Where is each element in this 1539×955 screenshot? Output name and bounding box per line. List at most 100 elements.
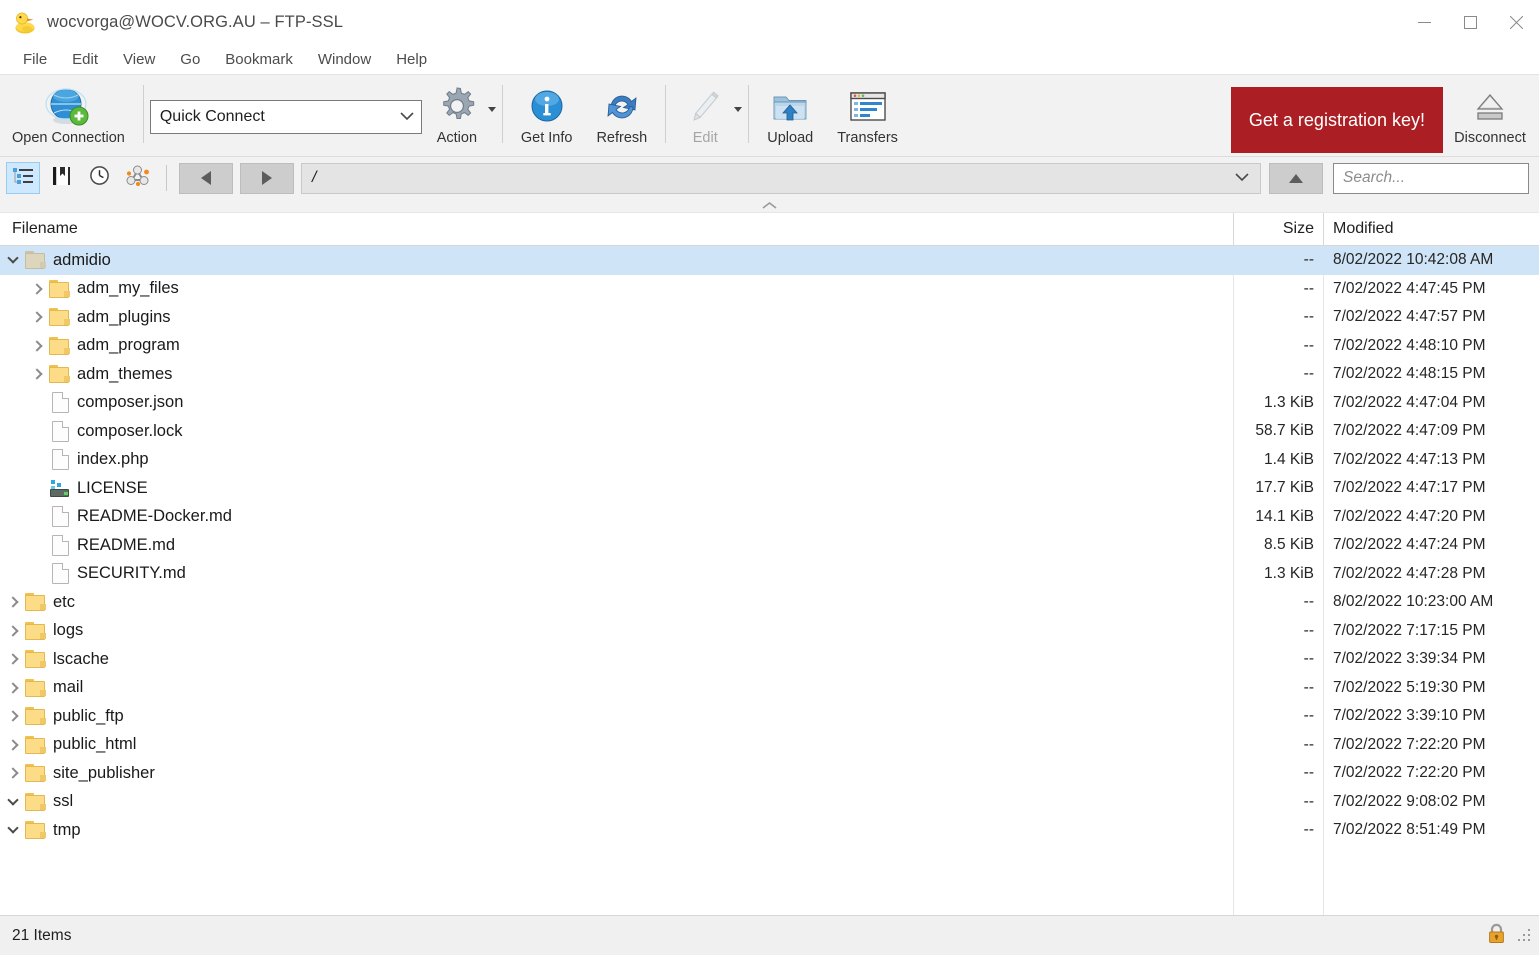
chevron-right-icon[interactable] <box>2 767 24 779</box>
file-name-label: SECURITY.md <box>77 564 186 583</box>
minimize-button[interactable] <box>1401 0 1447 45</box>
search-input[interactable] <box>1343 169 1539 187</box>
navigation-bar: / <box>0 157 1539 199</box>
chevron-down-icon[interactable] <box>399 108 415 126</box>
folder-icon <box>24 620 48 641</box>
disconnect-label: Disconnect <box>1454 130 1526 146</box>
menu-item-edit[interactable]: Edit <box>60 49 111 71</box>
table-row[interactable]: ssl -- 7/02/2022 9:08:02 PM <box>0 788 1539 817</box>
chevron-right-icon[interactable] <box>26 368 48 380</box>
file-browser-list[interactable]: admidio -- 8/02/2022 10:42:08 AM adm_my_fil… <box>0 246 1539 915</box>
table-row[interactable]: admidio -- 8/02/2022 10:42:08 AM <box>0 246 1539 275</box>
column-divider-2[interactable] <box>1323 213 1324 245</box>
triangle-up-icon <box>1289 173 1303 183</box>
disconnect-button[interactable]: Disconnect <box>1443 83 1537 146</box>
table-row[interactable]: tmp -- 7/02/2022 8:51:49 PM <box>0 816 1539 845</box>
table-row[interactable]: lscache -- 7/02/2022 3:39:34 PM <box>0 645 1539 674</box>
toolbar-collapse-handle[interactable] <box>0 199 1539 213</box>
chevron-down-icon[interactable] <box>2 252 24 266</box>
document-icon <box>48 563 72 585</box>
view-browser-button[interactable] <box>6 162 40 194</box>
column-header-filename[interactable]: Filename <box>0 220 78 238</box>
table-row[interactable]: SECURITY.md 1.3 KiB 7/02/2022 4:47:28 PM <box>0 560 1539 589</box>
eject-icon <box>1468 83 1512 131</box>
menu-item-view[interactable]: View <box>111 49 168 71</box>
chevron-down-icon[interactable] <box>2 822 24 836</box>
menu-item-help[interactable]: Help <box>384 49 440 71</box>
bookmark-book-icon <box>51 165 72 191</box>
table-row[interactable]: adm_themes -- 7/02/2022 4:48:15 PM <box>0 360 1539 389</box>
get-info-button[interactable]: Get Info <box>509 81 585 146</box>
chevron-right-icon[interactable] <box>2 710 24 722</box>
chevron-right-icon[interactable] <box>26 283 48 295</box>
path-field[interactable]: / <box>301 162 1261 194</box>
menu-item-go[interactable]: Go <box>168 49 213 71</box>
table-row[interactable]: LICENSE 17.7 KiB 7/02/2022 4:47:17 PM <box>0 474 1539 503</box>
edit-button[interactable]: Edit <box>672 81 738 146</box>
edit-dropdown-caret-icon[interactable] <box>734 107 743 112</box>
table-row[interactable]: composer.json 1.3 KiB 7/02/2022 4:47:04 PM <box>0 389 1539 418</box>
column-header-size[interactable]: Size <box>1233 220 1323 238</box>
open-connection-button[interactable]: Open Connection <box>0 81 137 146</box>
chevron-right-icon[interactable] <box>2 739 24 751</box>
chevron-down-icon[interactable] <box>1234 169 1250 187</box>
table-row[interactable]: README-Docker.md 14.1 KiB 7/02/2022 4:47:2… <box>0 503 1539 532</box>
file-name-label: admidio <box>53 250 111 269</box>
table-row[interactable]: etc -- 8/02/2022 10:23:00 AM <box>0 588 1539 617</box>
view-bookmarks-button[interactable] <box>44 162 78 194</box>
back-button[interactable] <box>179 162 233 194</box>
file-modified-cell: 7/02/2022 4:47:28 PM <box>1333 564 1486 582</box>
table-row[interactable]: public_ftp -- 7/02/2022 3:39:10 PM <box>0 702 1539 731</box>
get-registration-key-button[interactable]: Get a registration key! <box>1230 87 1443 153</box>
table-row[interactable]: logs -- 7/02/2022 7:17:15 PM <box>0 617 1539 646</box>
item-count-label: 21 Items <box>12 926 72 944</box>
chevron-right-icon[interactable] <box>2 653 24 665</box>
file-size-cell: -- <box>1303 735 1314 753</box>
quick-connect-combobox[interactable]: Quick Connect <box>149 100 422 134</box>
menu-item-file[interactable]: File <box>11 49 60 71</box>
folder-icon <box>24 763 48 784</box>
table-row[interactable]: README.md 8.5 KiB 7/02/2022 4:47:24 PM <box>0 531 1539 560</box>
table-row[interactable]: mail -- 7/02/2022 5:19:30 PM <box>0 674 1539 703</box>
action-dropdown-caret-icon[interactable] <box>487 107 496 112</box>
file-size-cell: -- <box>1303 621 1314 639</box>
menu-item-bookmark[interactable]: Bookmark <box>213 49 306 71</box>
table-row[interactable]: composer.lock 58.7 KiB 7/02/2022 4:47:09 P… <box>0 417 1539 446</box>
quick-connect-value: Quick Connect <box>159 108 265 125</box>
column-header-modified[interactable]: Modified <box>1333 220 1393 238</box>
search-field[interactable] <box>1333 162 1539 194</box>
outline-list-icon <box>12 167 34 190</box>
table-row[interactable]: adm_program -- 7/02/2022 4:48:10 PM <box>0 332 1539 361</box>
file-modified-cell: 7/02/2022 7:17:15 PM <box>1333 621 1486 639</box>
toolbar-separator-2 <box>501 85 503 143</box>
chevron-right-icon[interactable] <box>26 311 48 323</box>
duck-icon <box>14 11 36 35</box>
resize-grip-icon[interactable] <box>1518 929 1531 942</box>
view-history-button[interactable] <box>82 162 116 194</box>
up-button[interactable] <box>1269 162 1323 194</box>
forward-button[interactable] <box>240 162 294 194</box>
action-button[interactable]: Action <box>422 81 492 146</box>
chevron-right-icon[interactable] <box>2 625 24 637</box>
close-button[interactable] <box>1493 0 1539 45</box>
file-modified-cell: 7/02/2022 4:47:09 PM <box>1333 422 1486 440</box>
chevron-right-icon[interactable] <box>2 596 24 608</box>
menu-item-window[interactable]: Window <box>306 49 384 71</box>
chevron-down-icon[interactable] <box>2 794 24 808</box>
table-row[interactable]: public_html -- 7/02/2022 7:22:20 PM <box>0 731 1539 760</box>
transfers-button[interactable]: Transfers <box>825 81 910 146</box>
table-row[interactable]: index.php 1.4 KiB 7/02/2022 4:47:13 PM <box>0 446 1539 475</box>
upload-button[interactable]: Upload <box>755 81 825 146</box>
chevron-right-icon[interactable] <box>26 340 48 352</box>
file-size-cell: -- <box>1303 336 1314 354</box>
file-modified-cell: 7/02/2022 4:48:10 PM <box>1333 336 1486 354</box>
maximize-button[interactable] <box>1447 0 1493 45</box>
table-row[interactable]: site_publisher -- 7/02/2022 7:22:20 PM <box>0 759 1539 788</box>
chevron-right-icon[interactable] <box>2 682 24 694</box>
view-bonjour-button[interactable] <box>120 162 154 194</box>
refresh-button[interactable]: Refresh <box>584 81 659 146</box>
table-row[interactable]: adm_my_files -- 7/02/2022 4:47:45 PM <box>0 275 1539 304</box>
table-row[interactable]: adm_plugins -- 7/02/2022 4:47:57 PM <box>0 303 1539 332</box>
padlock-icon[interactable] <box>1487 923 1506 949</box>
file-size-cell: -- <box>1303 764 1314 782</box>
